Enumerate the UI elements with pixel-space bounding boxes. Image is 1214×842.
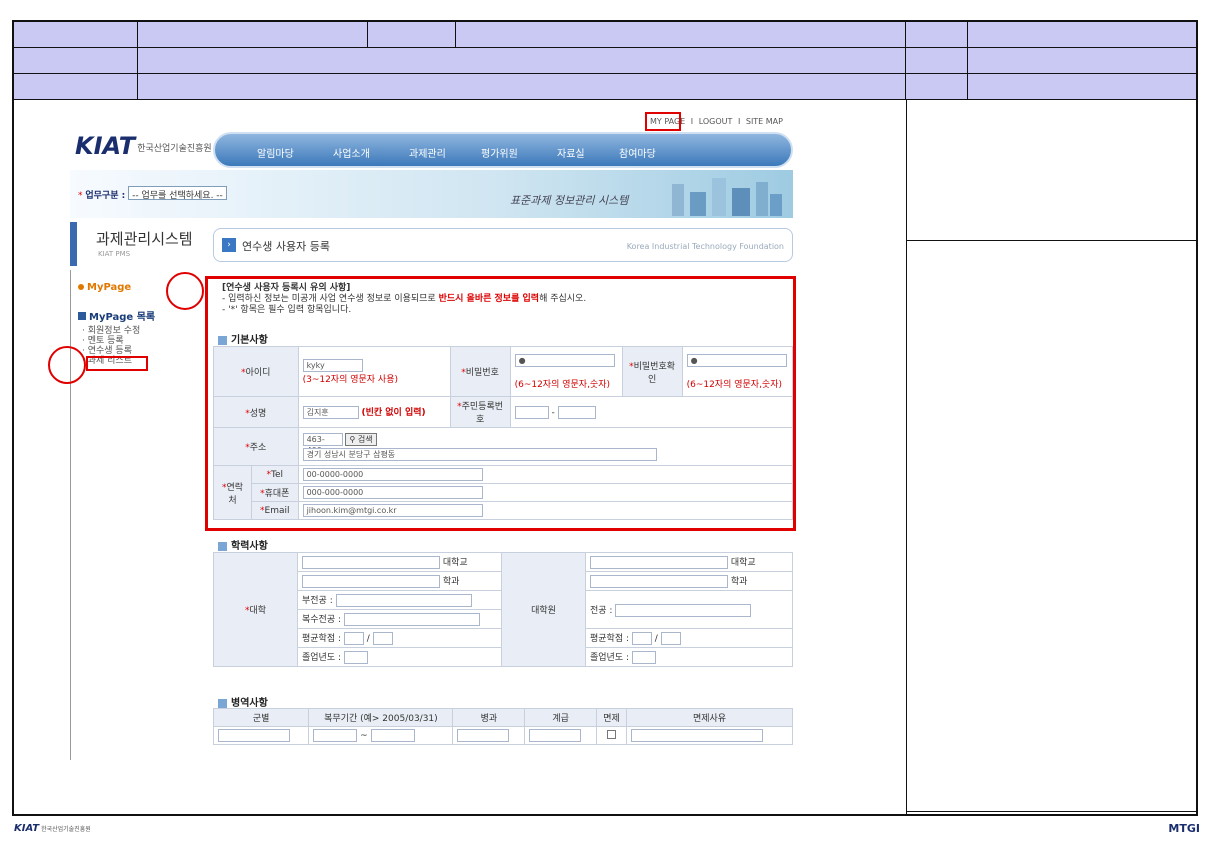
highlight-mypage — [645, 112, 681, 131]
branch-input[interactable] — [218, 729, 290, 742]
kiat-logo[interactable]: KIAT 한국산업기술진흥원 — [75, 132, 212, 160]
grad-dept-input[interactable] — [590, 575, 728, 588]
grad-school-input[interactable] — [590, 556, 728, 569]
banner-slogan: 표준과제 정보관리 시스템 — [510, 194, 629, 207]
foundation-text: Korea Industrial Technology Foundation — [626, 242, 784, 251]
nav-item[interactable]: 과제관리 — [409, 145, 446, 160]
education-table: *대학 대학교 대학원 대학교 학과 학과 부전공 : 전공 : 복수전공 : … — [213, 552, 793, 667]
exempt-checkbox[interactable] — [607, 729, 617, 739]
sidebar-item-profile[interactable]: · 회원정보 수정 — [82, 326, 140, 336]
square-icon — [78, 312, 86, 320]
college-dept-input[interactable] — [302, 575, 440, 588]
business-select-area: * 업무구분 : -- 업무를 선택하세요. -- — [78, 186, 227, 201]
header-row-2 — [14, 48, 1196, 74]
nav-item[interactable]: 자료실 — [557, 145, 585, 160]
nav-item[interactable]: 알림마당 — [257, 145, 294, 160]
bullet-icon: * — [78, 191, 83, 201]
annotation-circle-mypage — [166, 272, 204, 310]
building-illustration — [660, 174, 785, 216]
banner: * 업무구분 : -- 업무를 선택하세요. -- 표준과제 정보관리 시스템 — [70, 170, 793, 218]
nav-item[interactable]: 평가위원 — [481, 145, 518, 160]
gpa-max-input[interactable] — [372, 632, 393, 645]
page-header: › 연수생 사용자 등록 Korea Industrial Technology… — [213, 228, 793, 262]
college-input[interactable] — [302, 556, 440, 569]
annotation-circle-menu — [48, 346, 86, 384]
double-major-input[interactable] — [343, 613, 480, 626]
major-input[interactable] — [615, 603, 752, 617]
nav-item[interactable]: 사업소개 — [333, 145, 370, 160]
page-title: 연수생 사용자 등록 — [242, 240, 330, 253]
gpa-input[interactable] — [343, 632, 364, 645]
grad-gpa-input[interactable] — [631, 632, 652, 645]
dot-icon — [78, 284, 84, 290]
top-nav: 알림마당 사업소개 과제관리 평가위원 자료실 참여마당 — [213, 132, 793, 168]
description-column — [906, 100, 1197, 816]
military-table: 군별 복무기간 (예> 2005/03/31) 병과 계급 면제 면제사유 ~ — [212, 708, 793, 745]
service-start-input[interactable] — [313, 729, 358, 742]
highlight-basic-info — [205, 276, 796, 531]
grad-year-input[interactable] — [343, 651, 368, 664]
specialty-input[interactable] — [457, 729, 510, 742]
rank-input[interactable] — [529, 729, 582, 742]
arrow-icon: › — [222, 238, 236, 252]
grad-gpa-max-input[interactable] — [660, 632, 681, 645]
sidebar-item-mentor[interactable]: · 멘토 등록 — [82, 336, 140, 346]
minor-input[interactable] — [335, 594, 472, 607]
section-education: 학력사항 — [218, 537, 268, 552]
system-title: 과제관리시스템 — [96, 230, 193, 248]
sidebar-list-title: MyPage 목록 — [78, 308, 155, 323]
footer-mtgi-logo: MTGI — [1168, 822, 1200, 835]
section-icon — [218, 698, 227, 708]
grad-school-year-input[interactable] — [631, 651, 656, 664]
footer-kiat-logo: KIAT 한국산업기술진흥원 — [14, 823, 91, 834]
system-subtitle: KIAT PMS — [98, 250, 131, 258]
section-military: 병역사항 — [218, 694, 268, 709]
section-icon — [218, 541, 227, 551]
sidebar-divider — [70, 270, 71, 760]
header-row-3 — [14, 74, 1196, 100]
business-select[interactable]: -- 업무를 선택하세요. -- — [128, 186, 227, 201]
exempt-reason-input[interactable] — [631, 729, 764, 742]
nav-item[interactable]: 참여마당 — [619, 145, 656, 160]
header-row-1 — [14, 22, 1196, 48]
sidebar-mypage[interactable]: MyPage — [78, 282, 131, 293]
sitemap-link[interactable]: SITE MAP — [746, 117, 783, 126]
logout-link[interactable]: LOGOUT — [699, 117, 733, 126]
service-end-input[interactable] — [370, 729, 415, 742]
sidebar-item-trainee[interactable]: · 연수생 등록 — [82, 346, 140, 356]
highlight-trainee-menu — [86, 356, 148, 371]
